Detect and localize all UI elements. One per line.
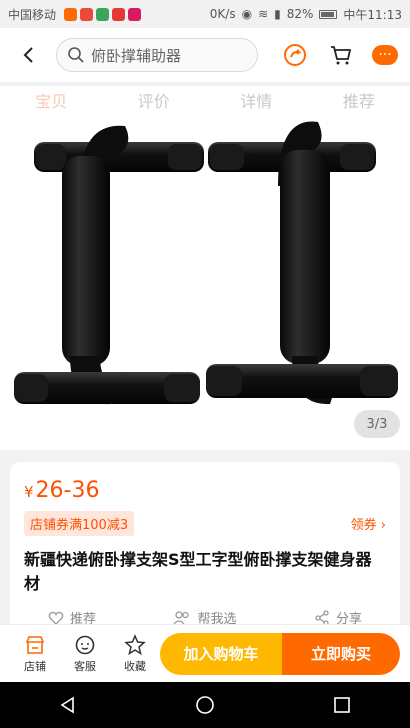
search-icon	[68, 47, 84, 63]
search-bar[interactable]: 俯卧撑辅助器	[56, 38, 258, 72]
signal-icon: ▮	[274, 7, 281, 21]
nav-back-icon[interactable]	[58, 695, 78, 715]
shop-label: 店铺	[24, 659, 46, 673]
bottom-action-bar: 店铺 客服 收藏 加入购物车 立即购买	[0, 624, 410, 682]
nav-home-icon[interactable]	[194, 694, 216, 716]
coupon-badge[interactable]: 店铺券满100减3	[24, 511, 135, 536]
app-notification-icon	[80, 7, 94, 21]
more-menu-button[interactable]: ···	[372, 45, 398, 65]
battery-icon	[319, 9, 338, 19]
detail-tabs: 宝贝 评价 详情 推荐	[0, 82, 410, 118]
price: ¥26-36	[24, 478, 386, 503]
eye-icon: ◉	[241, 7, 253, 21]
battery-percent: 82%	[286, 7, 314, 21]
get-coupon-link[interactable]: 领券 ›	[351, 514, 386, 533]
app-notification-icon	[96, 7, 110, 21]
clock: 中午11:13	[343, 7, 402, 22]
customer-service-button[interactable]: 客服	[60, 634, 110, 674]
tab-reviews[interactable]: 评价	[138, 88, 170, 112]
top-bar: 俯卧撑辅助器 ···	[0, 28, 410, 82]
customer-service-label: 客服	[74, 659, 96, 673]
network-speed: 0K/s	[209, 7, 236, 21]
price-range: 26-36	[35, 478, 100, 503]
tab-recommend[interactable]: 推荐	[343, 88, 375, 112]
more-dots-icon: ···	[378, 47, 392, 63]
system-navigation-bar	[0, 682, 410, 728]
chevron-left-icon	[23, 47, 33, 63]
cart-button[interactable]	[326, 40, 356, 70]
status-bar: 中国移动 0K/s ◉ ≋ ▮ 82% 中午11:13	[0, 0, 410, 28]
cart-icon	[331, 46, 352, 65]
shop-icon	[25, 635, 45, 654]
currency-symbol: ¥	[24, 483, 34, 501]
notification-icons	[64, 7, 142, 21]
nav-recents-icon[interactable]	[332, 695, 352, 715]
search-input[interactable]: 俯卧撑辅助器	[91, 45, 181, 66]
tab-details[interactable]: 详情	[240, 88, 272, 112]
gallery-page-indicator: 3/3	[354, 410, 400, 438]
tab-item[interactable]: 宝贝	[35, 88, 67, 112]
add-to-cart-button[interactable]: 加入购物车	[160, 632, 282, 675]
carrier-name: 中国移动	[8, 7, 57, 22]
shop-button[interactable]: 店铺	[10, 634, 60, 674]
back-button[interactable]	[12, 38, 46, 72]
share-rebate-button[interactable]	[280, 40, 310, 70]
product-info-card: ¥26-36 店铺券满100减3 领券 › 新疆快递俯卧撑支架S型工字型俯卧撑支…	[10, 462, 400, 632]
share-circle-icon	[284, 44, 306, 66]
pushup-stand-image	[14, 121, 398, 405]
star-icon	[124, 633, 146, 655]
news-notification-icon	[112, 7, 126, 21]
app-notification-icon	[128, 7, 142, 21]
chat-face-icon	[75, 635, 95, 654]
product-image[interactable]	[0, 86, 410, 450]
product-title: 新疆快递俯卧撑支架S型工字型俯卧撑支架健身器材	[24, 550, 372, 593]
wifi-icon: ≋	[258, 7, 269, 21]
favorite-label: 收藏	[124, 659, 146, 673]
buy-now-button[interactable]: 立即购买	[282, 632, 400, 675]
taobao-notification-icon	[64, 7, 78, 21]
favorite-button[interactable]: 收藏	[110, 633, 160, 674]
